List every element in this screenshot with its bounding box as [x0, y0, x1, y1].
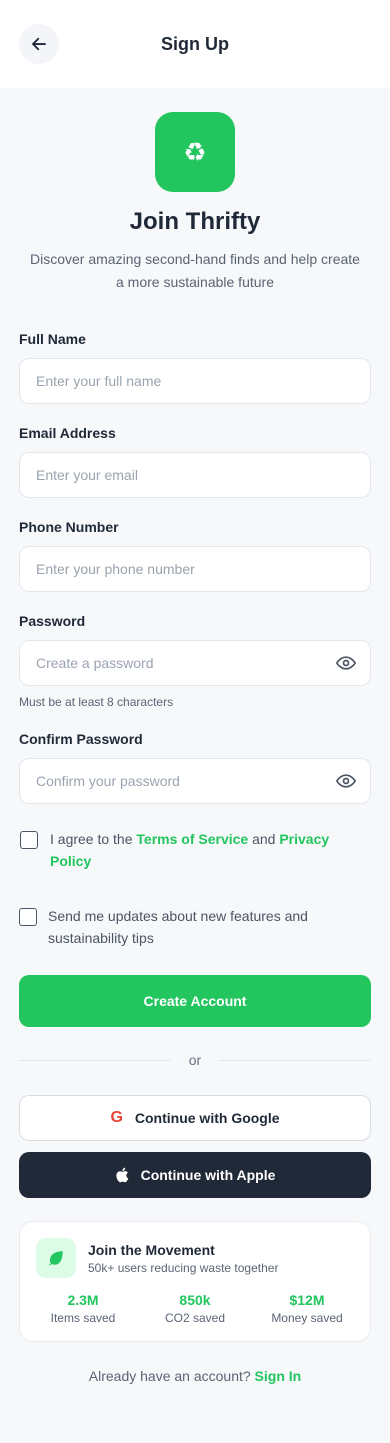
google-icon: G [110, 1109, 123, 1126]
password-label: Password [19, 613, 86, 629]
confirm-password-input[interactable] [19, 758, 371, 804]
full-name-input[interactable] [19, 358, 371, 404]
apple-button-label: Continue with Apple [140, 1167, 276, 1183]
movement-title: Join the Movement [88, 1242, 215, 1258]
movement-card: Join the Movement 50k+ users reducing wa… [19, 1221, 371, 1342]
stat-label: CO2 saved [164, 1311, 226, 1325]
phone-input[interactable] [19, 546, 371, 592]
apple-signin-button[interactable]: Continue with Apple [19, 1152, 371, 1198]
confirm-password-label: Confirm Password [19, 731, 143, 747]
stat-label: Money saved [271, 1311, 343, 1325]
stat-money-saved: $12M Money saved [252, 1292, 362, 1325]
updates-checkbox[interactable] [19, 908, 37, 926]
eye-icon [336, 774, 356, 788]
apple-icon [115, 1167, 128, 1183]
terms-text: I agree to the Terms of Service and Priv… [50, 828, 360, 872]
sign-in-link[interactable]: Sign In [255, 1368, 302, 1384]
password-input[interactable] [19, 640, 371, 686]
app-logo: ♻ [155, 112, 235, 192]
show-confirm-password-toggle[interactable] [335, 770, 357, 792]
movement-subtitle: 50k+ users reducing waste together [88, 1261, 279, 1275]
page-title: Sign Up [161, 34, 229, 54]
create-account-button[interactable]: Create Account [19, 975, 371, 1027]
signin-prompt-text: Already have an account? [88, 1368, 255, 1384]
full-name-label: Full Name [19, 331, 86, 347]
phone-label: Phone Number [19, 519, 119, 535]
stat-value: 850k [179, 1292, 211, 1308]
terms-checkbox[interactable] [20, 831, 38, 849]
terms-of-service-link[interactable]: Terms of Service [136, 831, 248, 847]
stat-items-saved: 2.3M Items saved [28, 1292, 138, 1325]
stat-value: 2.3M [67, 1292, 99, 1308]
show-password-toggle[interactable] [335, 652, 357, 674]
email-label: Email Address [19, 425, 116, 441]
terms-middle: and [248, 831, 280, 847]
google-button-label: Continue with Google [134, 1110, 280, 1126]
leaf-icon [49, 1251, 63, 1266]
eye-icon [336, 656, 356, 670]
password-hint: Must be at least 8 characters [19, 695, 174, 709]
updates-text: Send me updates about new features and s… [48, 908, 308, 946]
divider-line-right [219, 1060, 371, 1061]
stat-value: $12M [289, 1292, 325, 1308]
google-signin-button[interactable]: G Continue with Google [19, 1095, 371, 1141]
hero-title: Join Thrifty [129, 208, 261, 235]
top-header: Sign Up [0, 0, 390, 88]
stat-label: Items saved [50, 1311, 116, 1325]
email-input[interactable] [19, 452, 371, 498]
signin-prompt: Already have an account? Sign In [0, 1368, 390, 1384]
terms-prefix: I agree to the [50, 831, 137, 847]
stat-co2-saved: 850k CO2 saved [140, 1292, 250, 1325]
recycle-icon: ♻ [183, 136, 207, 167]
leaf-badge [36, 1238, 76, 1278]
hero-subtitle: Discover amazing second-hand finds and h… [30, 251, 360, 290]
